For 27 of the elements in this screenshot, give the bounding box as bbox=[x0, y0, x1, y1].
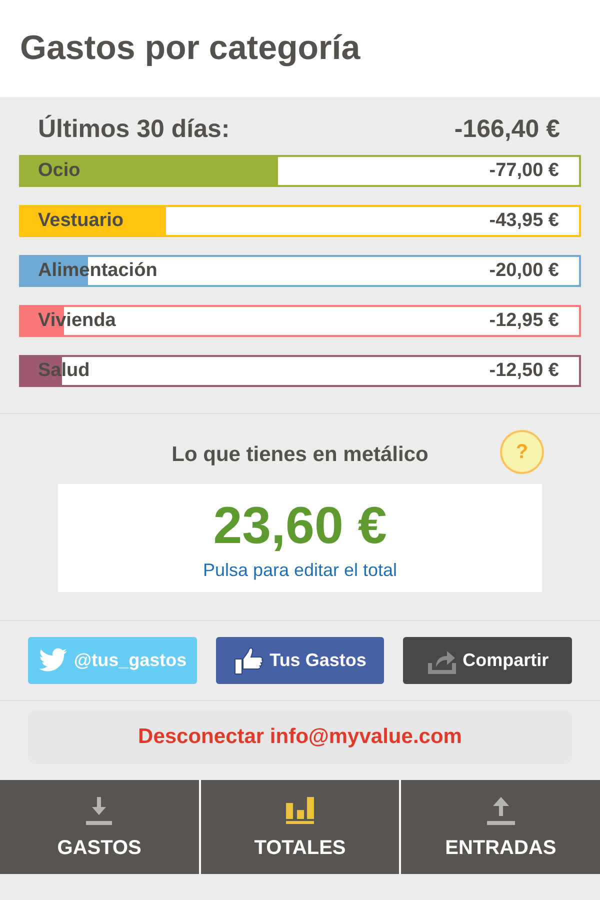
download-icon bbox=[85, 797, 114, 825]
thumbs-up-icon bbox=[234, 646, 264, 674]
nav-tab[interactable]: ENTRADAS bbox=[401, 780, 600, 874]
share-button[interactable]: Compartir bbox=[403, 637, 572, 684]
upload-icon bbox=[486, 797, 515, 825]
cash-amount: 23,60 € bbox=[213, 496, 387, 556]
category-name: Ocio bbox=[38, 160, 80, 182]
bar-chart-icon bbox=[286, 797, 314, 825]
category-amount: -12,50 € bbox=[489, 360, 559, 382]
disconnect-button[interactable]: Desconectar info@myvalue.com bbox=[28, 710, 572, 764]
category-bar[interactable]: Vestuario -43,95 € bbox=[19, 205, 581, 237]
period-total: -166,40 € bbox=[454, 114, 560, 144]
cash-card[interactable]: 23,60 € Pulsa para editar el total bbox=[58, 484, 542, 592]
nav-tab[interactable]: TOTALES bbox=[200, 780, 400, 874]
cash-label: Lo que tienes en metálico bbox=[172, 442, 428, 468]
period-label: Últimos 30 días: bbox=[38, 114, 230, 144]
category-name: Vestuario bbox=[38, 210, 124, 232]
edit-total-link[interactable]: Pulsa para editar el total bbox=[202, 560, 398, 580]
category-bar[interactable]: Ocio -77,00 € bbox=[19, 155, 581, 187]
nav-tab[interactable]: GASTOS bbox=[0, 780, 199, 874]
category-amount: -12,95 € bbox=[489, 310, 559, 332]
category-amount: -20,00 € bbox=[489, 260, 559, 282]
facebook-button[interactable]: Tus Gastos bbox=[216, 637, 384, 684]
bird-icon bbox=[38, 648, 68, 674]
category-amount: -77,00 € bbox=[489, 160, 559, 182]
page-title: Gastos por categoría bbox=[20, 29, 360, 68]
category-amount: -43,95 € bbox=[489, 210, 559, 232]
